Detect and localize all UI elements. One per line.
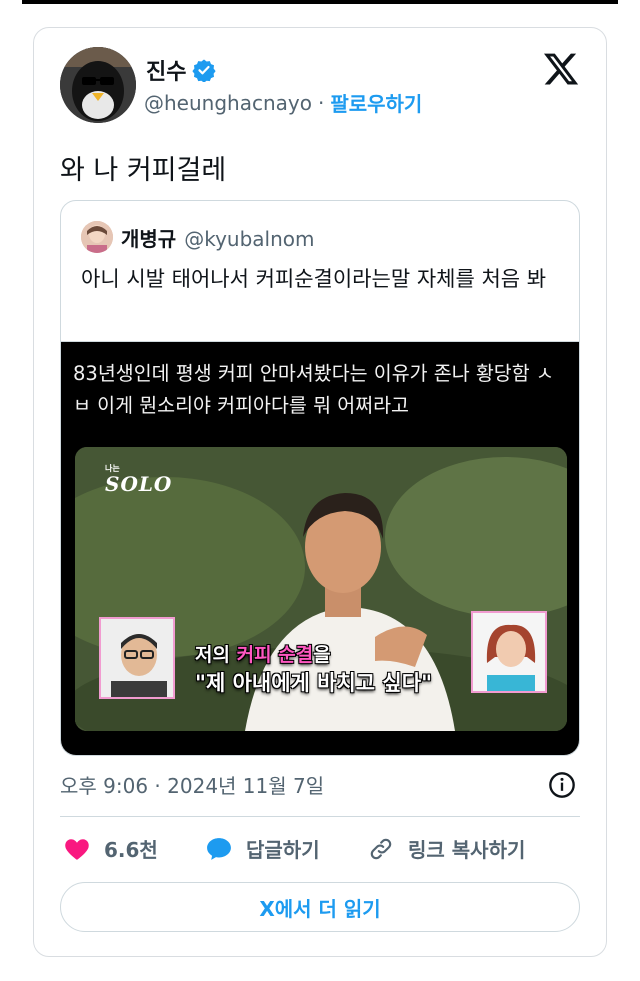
subtitle-prefix: 저의	[195, 644, 230, 666]
divider	[60, 816, 580, 817]
quoted-author-handle[interactable]: @kyubalnom	[184, 227, 314, 251]
follow-button[interactable]: 팔로우하기	[330, 88, 422, 117]
show-logo: 나는 SOLO	[105, 463, 172, 496]
tweet-timestamp[interactable]: 오후 9:06 · 2024년 11월 7일	[60, 770, 324, 799]
author-handle[interactable]: @heunghacnayo	[144, 91, 312, 115]
panelist-image	[473, 613, 545, 691]
reply-bubble-icon	[207, 837, 231, 860]
quoted-author-avatar[interactable]	[81, 221, 113, 253]
subtitle-line-1: 저의 커피 순결을	[195, 640, 331, 667]
panelist-image	[101, 619, 173, 697]
author-name[interactable]: 진수	[146, 54, 186, 86]
x-logo-icon[interactable]	[542, 50, 580, 88]
subtitle-highlight: 커피 순결	[236, 644, 314, 666]
inset-left-panelist	[99, 617, 175, 699]
subtitle-line-2: "제 아내에게 바치고 싶다"	[195, 671, 433, 695]
quoted-avatar-image	[81, 221, 113, 253]
show-logo-text: SOLO	[105, 472, 173, 496]
avatar-image	[60, 47, 136, 123]
tweet-text: 와 나 커피걸레	[60, 155, 227, 186]
read-more-button[interactable]: X에서 더 읽기	[60, 882, 580, 932]
like-button[interactable]: 6.6천	[64, 834, 158, 863]
copy-link-label: 링크 복사하기	[408, 838, 526, 862]
copy-link-button[interactable]: 링크 복사하기	[368, 834, 525, 863]
info-icon[interactable]	[548, 771, 576, 799]
quoted-author-name[interactable]: 개병규	[121, 223, 176, 252]
video-thumbnail[interactable]: 나는 SOLO 저의 커피 순결을 "제 아내에게 바치고 싶다"	[75, 447, 567, 731]
quoted-media[interactable]: 83년생인데 평생 커피 안마셔봤다는 이유가 존나 황당함 ㅅㅂ 이게 뭔소리…	[61, 341, 579, 755]
author-name-row: 진수	[146, 54, 217, 86]
like-count: 6.6천	[104, 838, 158, 862]
tweet-embed-card: 진수 @heunghacnayo · 팔로우하기 와 나 커피걸레 개병규 @k…	[33, 27, 607, 957]
author-handle-row: @heunghacnayo · 팔로우하기	[144, 88, 422, 117]
top-rule	[22, 0, 618, 4]
media-caption: 83년생인데 평생 커피 안마셔봤다는 이유가 존나 황당함 ㅅㅂ 이게 뭔소리…	[73, 362, 554, 417]
reply-button[interactable]: 답글하기	[206, 834, 320, 863]
inset-right-panelist	[471, 611, 547, 693]
separator-dot: ·	[317, 90, 325, 115]
subtitle-suffix: 을	[313, 644, 331, 666]
quoted-name-row: 개병규 @kyubalnom	[121, 223, 315, 252]
link-icon	[370, 838, 392, 859]
quoted-tweet-text: 아니 시발 태어나서 커피순결이라는말 자체를 처음 봐	[81, 267, 547, 291]
author-avatar[interactable]	[60, 47, 136, 123]
action-bar: 6.6천 답글하기 링크 복사하기	[60, 834, 580, 868]
reply-label: 답글하기	[246, 838, 320, 862]
heart-icon	[65, 838, 89, 860]
verified-badge-icon	[192, 59, 217, 82]
quoted-tweet[interactable]: 개병규 @kyubalnom 아니 시발 태어나서 커피순결이라는말 자체를 처…	[60, 200, 580, 756]
